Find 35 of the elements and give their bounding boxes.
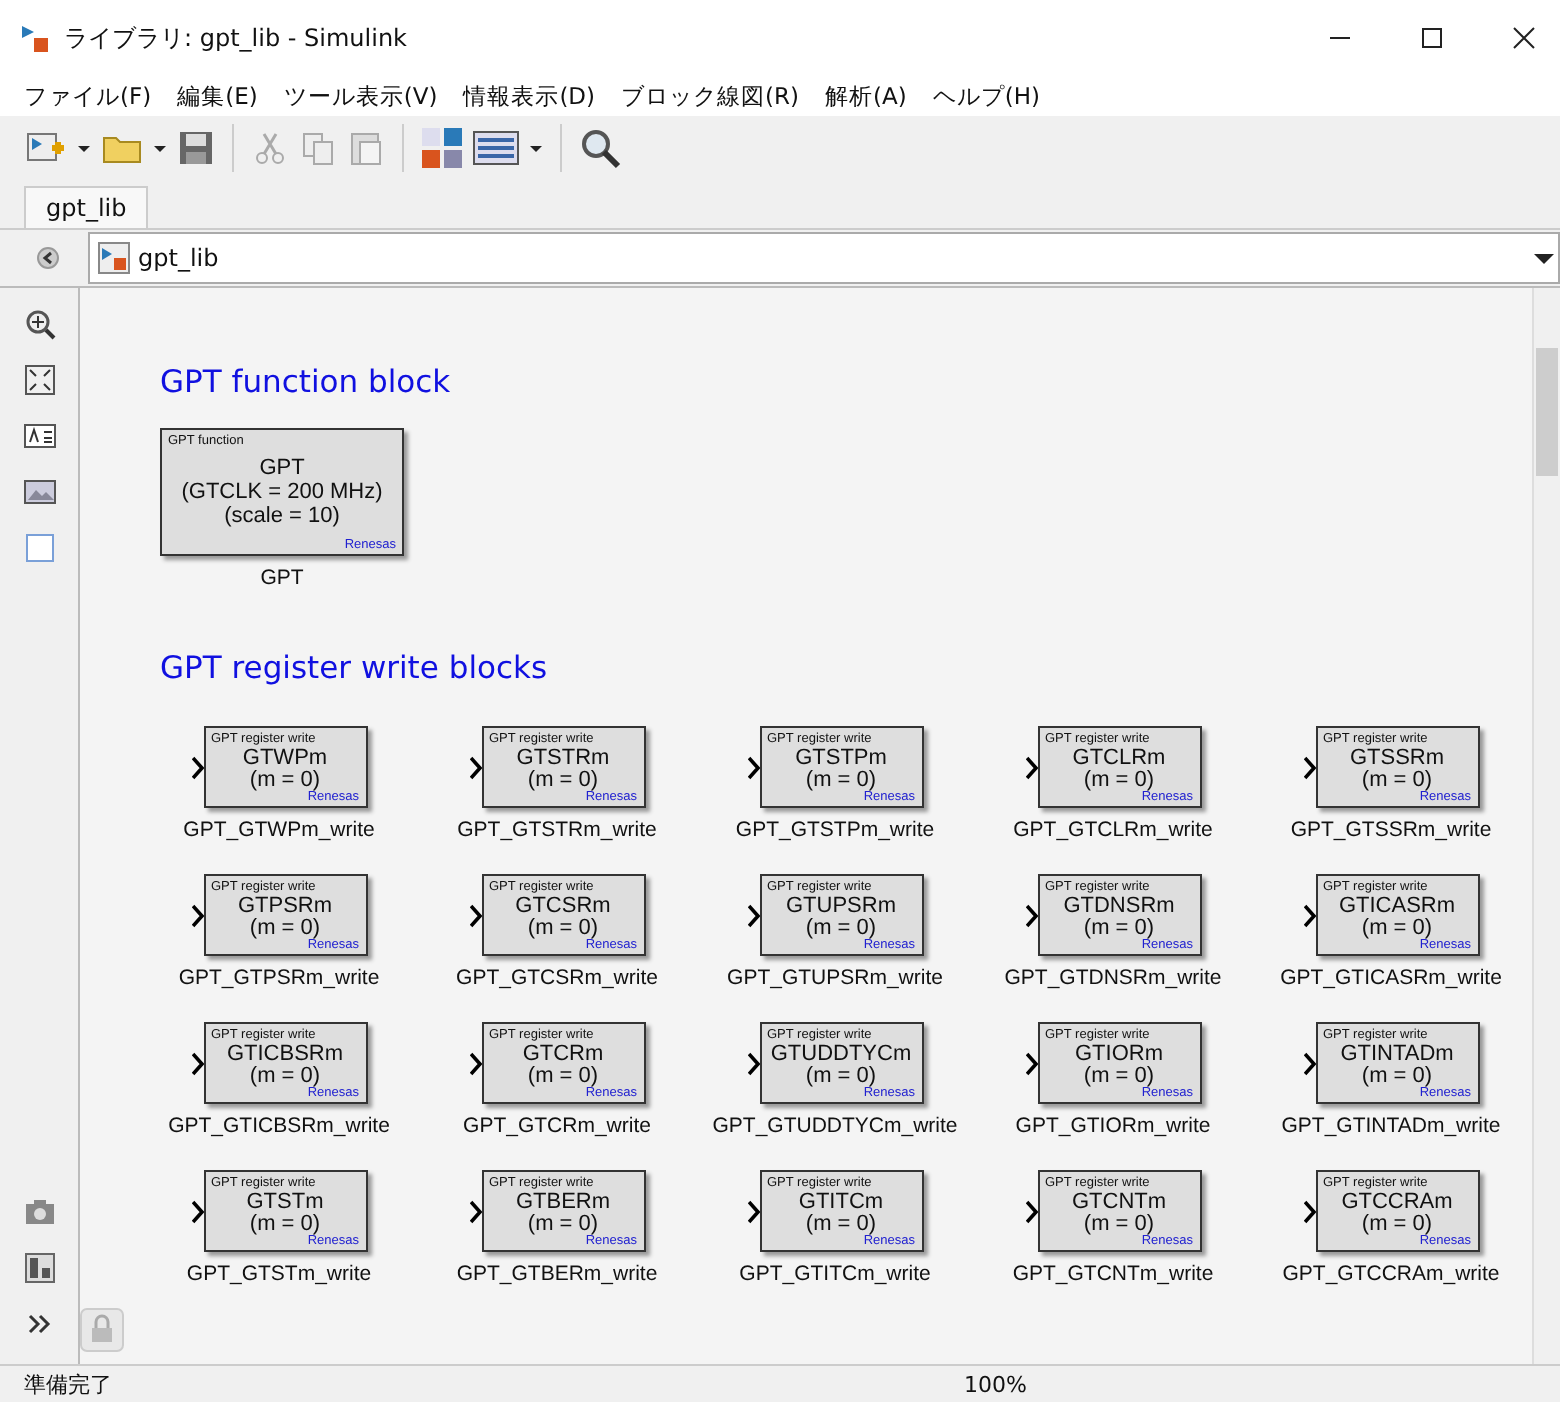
tab[interactable]: gpt_lib (24, 186, 149, 228)
menu-item[interactable]: 解析(A) (825, 81, 907, 111)
zoom-level: 100% (964, 1371, 1027, 1397)
block-label: GPT_GTITCm_write (739, 1262, 931, 1286)
section-heading: GPT register write blocks (160, 650, 550, 686)
block-label: GPT_GTIORm_write (1015, 1114, 1211, 1138)
block-label: GPT_GTCLRm_write (1013, 818, 1213, 842)
block-label: GPT_GTBERm_write (456, 1262, 658, 1286)
status-message: 準備完了 (22, 1369, 114, 1399)
block-label: GPT_GTCNTm_write (1012, 1262, 1214, 1286)
block-label: GPT_GTSTRm_write (457, 818, 657, 842)
block-label: GPT_GTCSRm_write (456, 966, 658, 990)
block-label: GPT_GTCRm_write (463, 1114, 651, 1138)
block-label: GPT_GTICASRm_write (1280, 966, 1502, 990)
menu-item[interactable]: ファイル(F) (24, 81, 152, 111)
block-label: GPT_GTICBSRm_write (168, 1114, 390, 1138)
block-label: GPT_GTPSRm_write (178, 966, 380, 990)
menu-item[interactable]: ブロック線図(R) (621, 81, 799, 111)
block-label: GPT_GTSTPm_write (735, 818, 935, 842)
block-label: GPT_GTSTm_write (186, 1262, 372, 1286)
menu-item[interactable]: ツール表示(V) (283, 81, 438, 111)
block-label: GPT_GTWPm_write (183, 818, 375, 842)
menu-item[interactable]: 情報表示(D) (463, 81, 596, 111)
block-label: GPT_GTUDDTYCm_write (712, 1114, 958, 1138)
window-title: ライブラリ: gpt_lib - Simulink (64, 21, 408, 55)
block-label: GPT (260, 566, 304, 590)
block-label: GPT_GTCCRAm_write (1282, 1262, 1500, 1286)
block-label: GPT_GTSSRm_write (1290, 818, 1492, 842)
menu-item[interactable]: ヘルプ(H) (932, 81, 1040, 111)
block-label: GPT_GTUPSRm_write (727, 966, 943, 990)
block-label: GPT_GTINTADm_write (1281, 1114, 1501, 1138)
block-label: GPT_GTDNSRm_write (1004, 966, 1222, 990)
section-heading: GPT function block (160, 364, 453, 400)
address-bar[interactable]: gpt_lib (88, 232, 1560, 284)
menu-item[interactable]: 編集(E) (177, 81, 258, 111)
